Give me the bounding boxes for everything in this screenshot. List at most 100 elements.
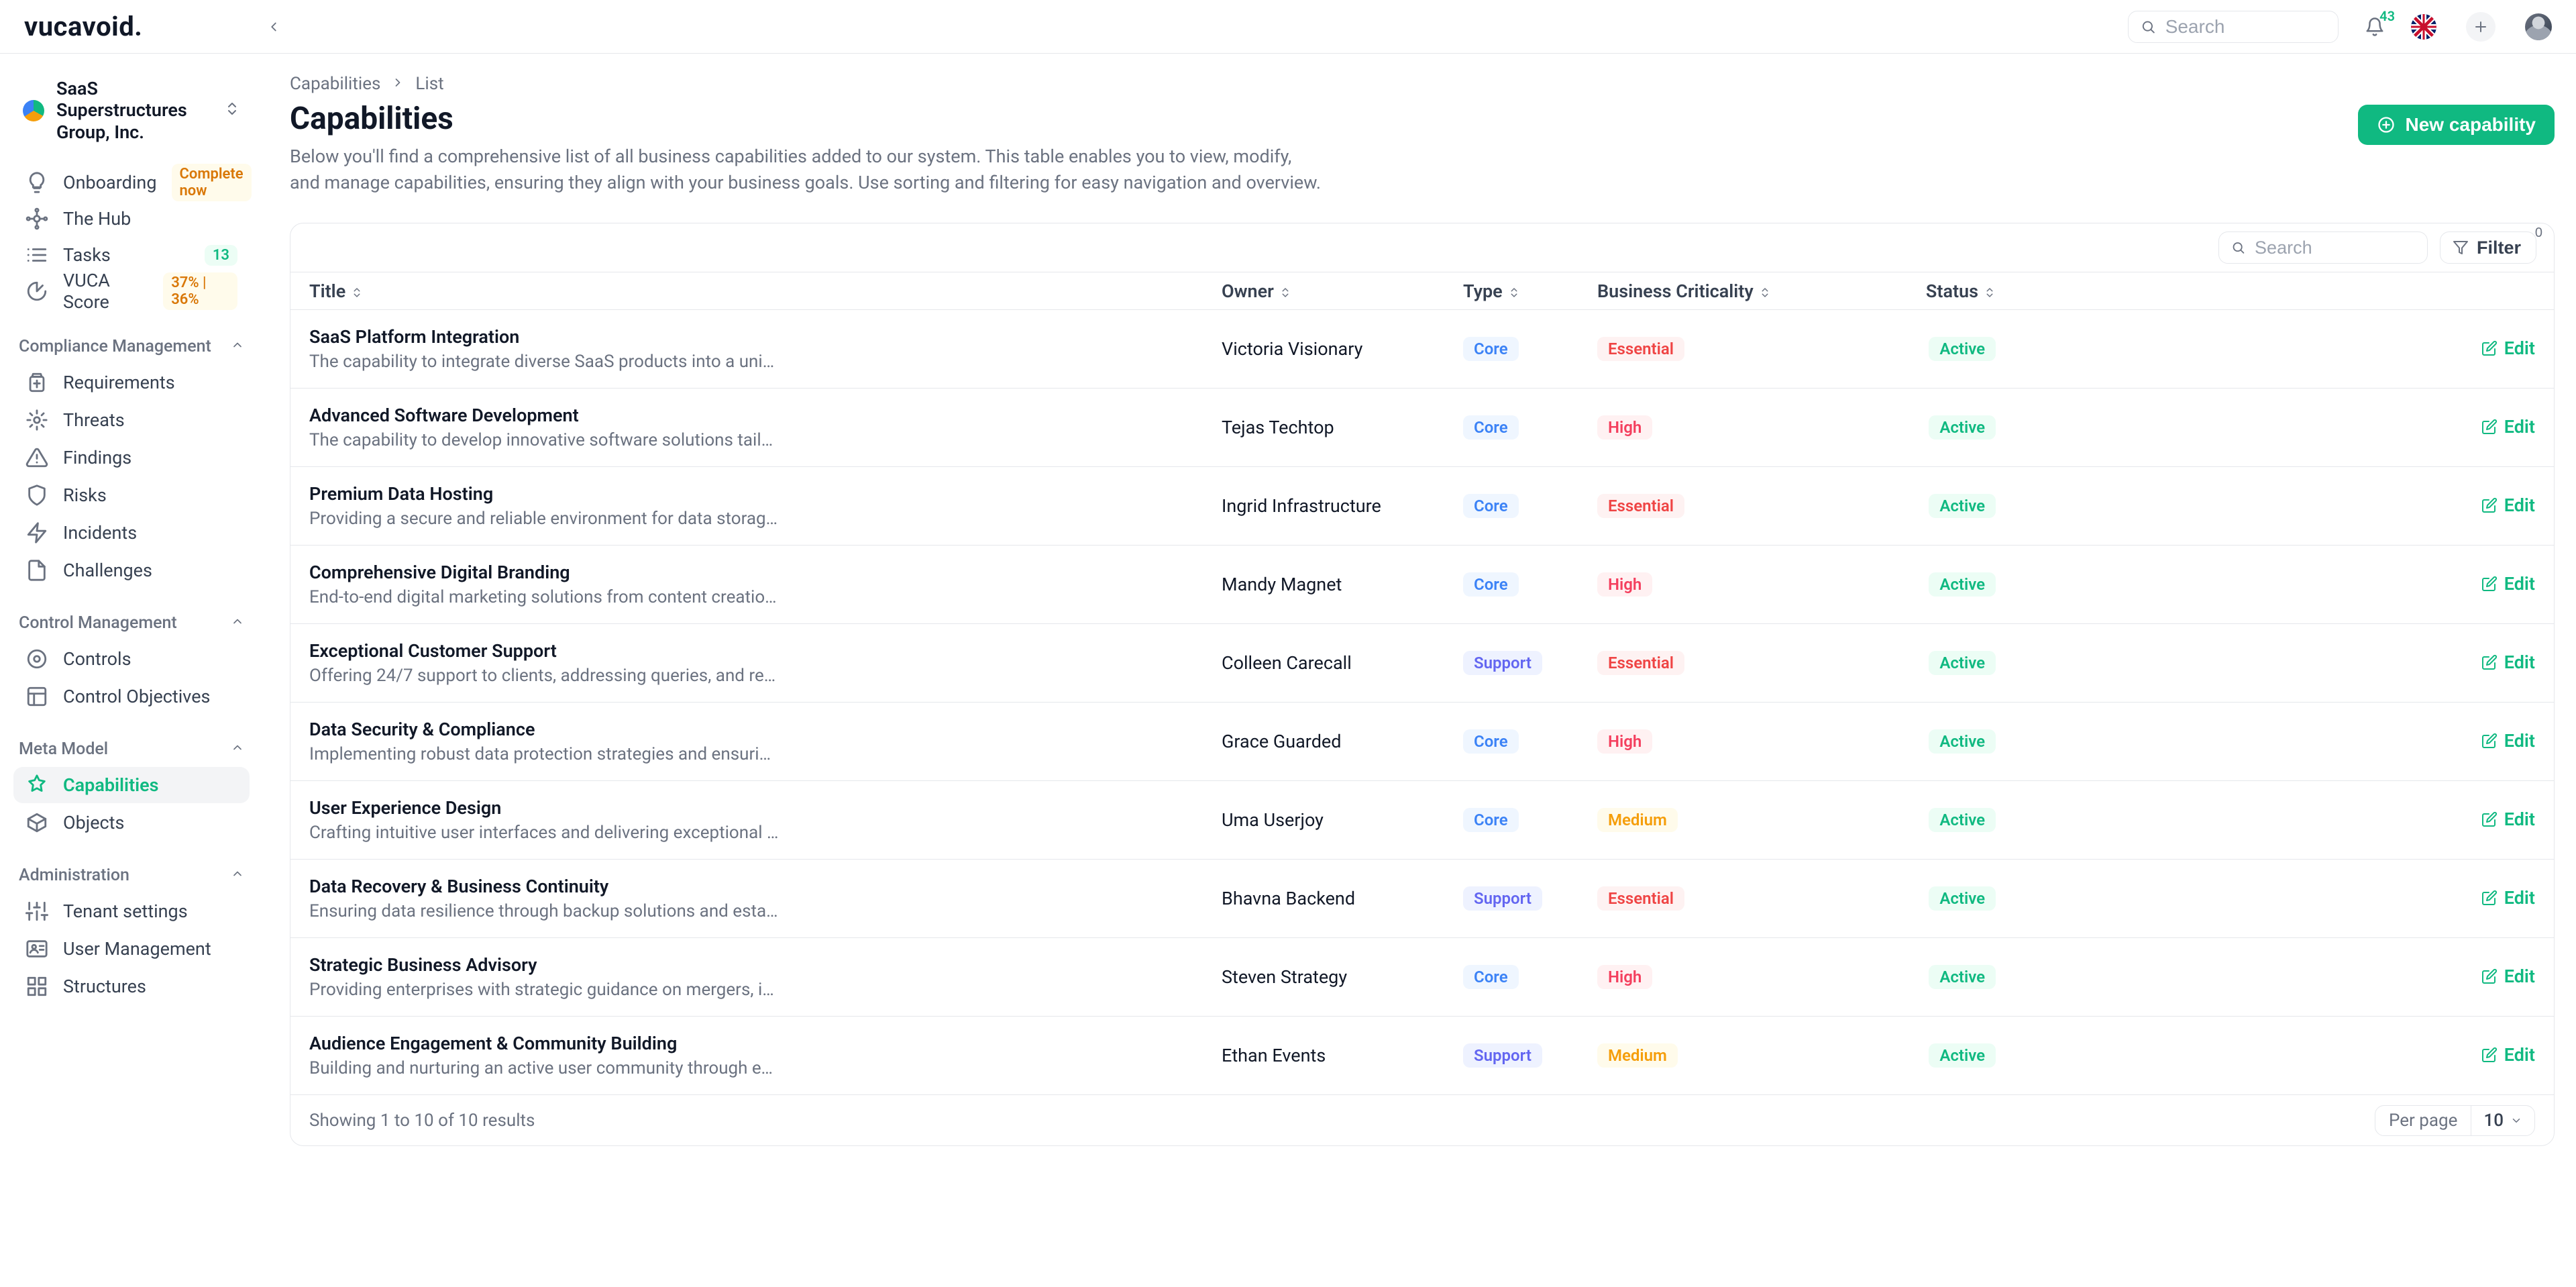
table-row[interactable]: Comprehensive Digital BrandingEnd-to-end… bbox=[290, 546, 2554, 624]
sidebar-item-vuca[interactable]: VUCA Score 37% | 36% bbox=[13, 273, 250, 309]
collapse-sidebar-button[interactable] bbox=[260, 13, 287, 40]
sidebar-item-threats[interactable]: Threats bbox=[13, 402, 250, 438]
edit-label: Edit bbox=[2504, 416, 2535, 437]
criticality-tag: High bbox=[1597, 415, 1652, 440]
table-row[interactable]: Audience Engagement & Community Building… bbox=[290, 1017, 2554, 1095]
table-row[interactable]: Premium Data HostingProviding a secure a… bbox=[290, 467, 2554, 546]
edit-button[interactable]: Edit bbox=[2481, 416, 2535, 437]
chevron-up-icon bbox=[231, 337, 244, 356]
table-search-input[interactable] bbox=[2253, 237, 2415, 259]
filter-button[interactable]: Filter 0 bbox=[2440, 231, 2536, 264]
col-title[interactable]: Title bbox=[290, 272, 1203, 310]
edit-button[interactable]: Edit bbox=[2481, 887, 2535, 909]
row-description: Offering 24/7 support to clients, addres… bbox=[309, 666, 779, 686]
sidebar-section-header[interactable]: Compliance Management bbox=[13, 331, 250, 362]
row-description: The capability to integrate diverse SaaS… bbox=[309, 352, 779, 372]
sidebar-item-onboarding[interactable]: Onboarding Complete now bbox=[13, 164, 250, 201]
per-page-select[interactable]: 10 bbox=[2471, 1106, 2534, 1135]
table-row[interactable]: Strategic Business Advisory Providing ent… bbox=[290, 938, 2554, 1017]
cell-type: Core bbox=[1444, 938, 1578, 1017]
sidebar-item-challenges[interactable]: Challenges bbox=[13, 552, 250, 588]
row-description: Providing enterprises with strategic gui… bbox=[309, 980, 779, 1000]
col-criticality[interactable]: Business Criticality bbox=[1578, 272, 1860, 310]
sidebar-section-title: Meta Model bbox=[19, 739, 108, 759]
language-switcher[interactable] bbox=[2411, 14, 2436, 40]
criticality-tag: High bbox=[1597, 572, 1652, 597]
edit-button[interactable]: Edit bbox=[2481, 966, 2535, 987]
edit-icon bbox=[2481, 654, 2498, 670]
notifications-button[interactable]: 43 bbox=[2360, 12, 2390, 42]
sidebar-item-tenant-settings[interactable]: Tenant settings bbox=[13, 893, 250, 929]
col-type[interactable]: Type bbox=[1444, 272, 1578, 310]
breadcrumb: Capabilities List bbox=[290, 74, 2555, 94]
table-row[interactable]: SaaS Platform IntegrationThe capability … bbox=[290, 310, 2554, 389]
cell-actions: Edit bbox=[2015, 938, 2554, 1017]
table-search[interactable] bbox=[2218, 231, 2428, 264]
col-status[interactable]: Status bbox=[1860, 272, 2015, 310]
table-row[interactable]: User Experience DesignCrafting intuitive… bbox=[290, 781, 2554, 860]
sidebar-item-user-management[interactable]: User Management bbox=[13, 931, 250, 967]
edit-button[interactable]: Edit bbox=[2481, 573, 2535, 595]
global-search[interactable] bbox=[2128, 11, 2339, 43]
row-title: Strategic Business Advisory bbox=[309, 954, 1203, 976]
edit-icon bbox=[2481, 733, 2498, 749]
type-tag: Core bbox=[1463, 808, 1519, 832]
status-tag: Active bbox=[1929, 415, 1996, 440]
cell-title: Data Recovery & Business ContinuityEnsur… bbox=[290, 860, 1203, 938]
edit-button[interactable]: Edit bbox=[2481, 809, 2535, 830]
breadcrumb-root[interactable]: Capabilities bbox=[290, 74, 380, 94]
sidebar-item-capabilities[interactable]: Capabilities bbox=[13, 767, 250, 803]
cell-actions: Edit bbox=[2015, 310, 2554, 389]
sidebar-item-tasks[interactable]: Tasks 13 bbox=[13, 237, 250, 273]
table-row[interactable]: Data Recovery & Business ContinuityEnsur… bbox=[290, 860, 2554, 938]
sidebar-item-thehub[interactable]: The Hub bbox=[13, 201, 250, 237]
edit-button[interactable]: Edit bbox=[2481, 730, 2535, 752]
criticality-tag: Essential bbox=[1597, 651, 1684, 675]
cell-title: Comprehensive Digital BrandingEnd-to-end… bbox=[290, 546, 1203, 624]
sidebar-item-label: The Hub bbox=[63, 208, 131, 229]
cell-status: Active bbox=[1860, 467, 2015, 546]
breadcrumb-leaf: List bbox=[415, 74, 443, 94]
status-tag: Active bbox=[1929, 651, 1996, 675]
cell-status: Active bbox=[1860, 703, 2015, 781]
sidebar-section-header[interactable]: Meta Model bbox=[13, 733, 250, 764]
sidebar-item-findings[interactable]: Findings bbox=[13, 440, 250, 476]
brand-logo[interactable]: vucavoid. bbox=[24, 11, 142, 42]
sidebar-item-structures[interactable]: Structures bbox=[13, 968, 250, 1005]
table-row[interactable]: Exceptional Customer SupportOffering 24/… bbox=[290, 624, 2554, 703]
sidebar-item-control-objectives[interactable]: Control Objectives bbox=[13, 678, 250, 715]
plus-icon bbox=[2473, 19, 2489, 35]
table-row[interactable]: Data Security & ComplianceImplementing r… bbox=[290, 703, 2554, 781]
edit-icon bbox=[2481, 1047, 2498, 1063]
sidebar-item-controls[interactable]: Controls bbox=[13, 641, 250, 677]
structures-icon bbox=[25, 975, 48, 998]
sidebar-item-requirements[interactable]: Requirements bbox=[13, 364, 250, 401]
user-avatar[interactable] bbox=[2525, 13, 2552, 40]
brand-dot: . bbox=[134, 11, 142, 42]
sidebar-section-header[interactable]: Administration bbox=[13, 860, 250, 890]
objects-icon bbox=[25, 811, 48, 834]
cell-owner: Tejas Techtop bbox=[1203, 389, 1444, 467]
edit-button[interactable]: Edit bbox=[2481, 1044, 2535, 1066]
edit-button[interactable]: Edit bbox=[2481, 338, 2535, 359]
col-owner[interactable]: Owner bbox=[1203, 272, 1444, 310]
cell-owner: Colleen Carecall bbox=[1203, 624, 1444, 703]
new-capability-button[interactable]: New capability bbox=[2358, 105, 2555, 145]
row-title: Data Security & Compliance bbox=[309, 719, 1203, 740]
edit-icon bbox=[2481, 497, 2498, 513]
edit-label: Edit bbox=[2504, 495, 2535, 516]
status-tag: Active bbox=[1929, 1043, 1996, 1068]
global-search-input[interactable] bbox=[2164, 15, 2326, 38]
plus-circle-icon bbox=[2377, 115, 2396, 134]
sidebar-item-risks[interactable]: Risks bbox=[13, 477, 250, 513]
cell-type: Core bbox=[1444, 389, 1578, 467]
sidebar-section-header[interactable]: Control Management bbox=[13, 607, 250, 638]
tenant-switcher[interactable]: SaaS Superstructures Group, Inc. bbox=[13, 71, 250, 150]
quick-add-button[interactable] bbox=[2466, 12, 2496, 42]
sidebar-item-objects[interactable]: Objects bbox=[13, 805, 250, 841]
edit-button[interactable]: Edit bbox=[2481, 495, 2535, 516]
table-row[interactable]: Advanced Software DevelopmentThe capabil… bbox=[290, 389, 2554, 467]
criticality-tag: Essential bbox=[1597, 886, 1684, 911]
edit-button[interactable]: Edit bbox=[2481, 652, 2535, 673]
sidebar-item-incidents[interactable]: Incidents bbox=[13, 515, 250, 551]
